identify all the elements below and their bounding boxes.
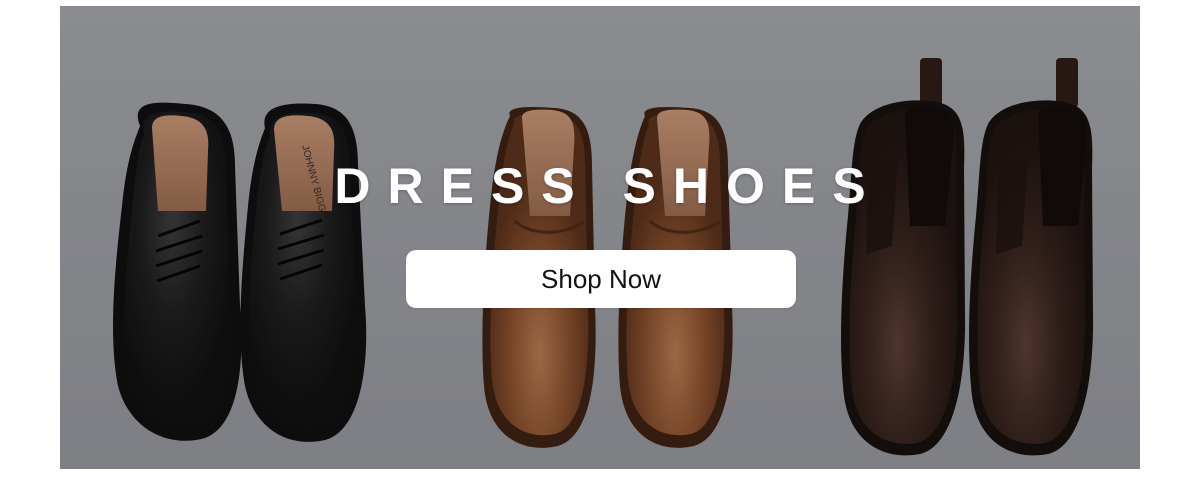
banner-headline: DRESS SHOES — [334, 158, 883, 214]
shop-now-button[interactable]: Shop Now — [406, 250, 796, 308]
image-dark-overlay — [60, 6, 1140, 469]
hero-banner[interactable]: JOHNNY BIGG DRESS SHOES Shop Now — [60, 6, 1140, 469]
